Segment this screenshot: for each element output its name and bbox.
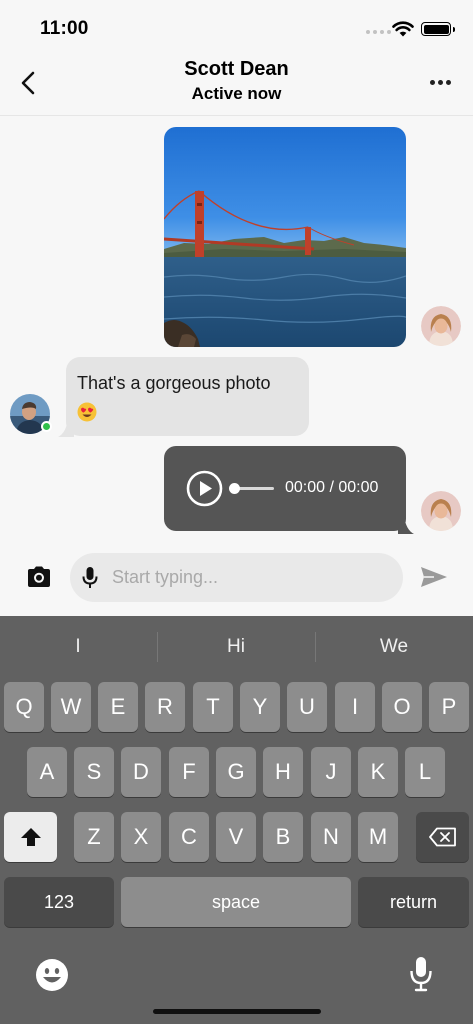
more-horizontal-icon[interactable] <box>430 76 456 88</box>
key[interactable]: B <box>263 812 303 862</box>
camera-icon[interactable] <box>26 565 52 589</box>
keyboard: I Hi We Q W E R T Y U I O P A S D F G H … <box>0 616 473 1024</box>
wifi-icon <box>392 21 414 37</box>
key[interactable]: P <box>429 682 469 732</box>
chat-header: Scott Dean Active now <box>0 52 473 116</box>
emoji-icon[interactable] <box>35 958 69 992</box>
key[interactable]: H <box>263 747 303 797</box>
message-text: That's a gorgeous photo <box>77 373 271 393</box>
key[interactable]: D <box>121 747 161 797</box>
key[interactable]: T <box>193 682 233 732</box>
key[interactable]: V <box>216 812 256 862</box>
key[interactable]: Y <box>240 682 280 732</box>
key[interactable]: L <box>405 747 445 797</box>
message-input[interactable] <box>112 553 392 602</box>
play-icon[interactable] <box>186 470 223 507</box>
key[interactable]: O <box>382 682 422 732</box>
key[interactable]: U <box>287 682 327 732</box>
avatar[interactable] <box>421 491 461 531</box>
key[interactable]: F <box>169 747 209 797</box>
avatar[interactable] <box>421 306 461 346</box>
dictation-mic-icon[interactable] <box>409 956 433 992</box>
message-input-container[interactable] <box>70 553 403 602</box>
microphone-icon[interactable] <box>82 566 98 590</box>
message-list: That's a gorgeous photo 00:00 / 00:00 <box>0 117 473 548</box>
message-composer <box>0 548 473 616</box>
golden-gate-bridge-photo <box>164 127 406 347</box>
key[interactable]: W <box>51 682 91 732</box>
space-key[interactable]: space <box>121 877 351 927</box>
signal-icon <box>366 30 391 34</box>
key[interactable]: Z <box>74 812 114 862</box>
contact-status: Active now <box>191 84 282 103</box>
incoming-message[interactable]: That's a gorgeous photo <box>66 357 309 436</box>
key[interactable]: R <box>145 682 185 732</box>
suggestion[interactable]: We <box>316 636 472 658</box>
shift-icon <box>20 828 41 846</box>
audio-time: 00:00 / 00:00 <box>285 479 379 496</box>
photo-message[interactable] <box>164 127 406 347</box>
key[interactable]: I <box>335 682 375 732</box>
contact-name: Scott Dean <box>184 58 289 80</box>
return-key[interactable]: return <box>358 877 469 927</box>
backspace-key[interactable] <box>416 812 469 862</box>
send-icon[interactable] <box>420 566 448 588</box>
key[interactable]: G <box>216 747 256 797</box>
key[interactable]: Q <box>4 682 44 732</box>
battery-icon <box>421 22 455 36</box>
home-indicator[interactable] <box>153 1009 321 1014</box>
key[interactable]: X <box>121 812 161 862</box>
audio-message: 00:00 / 00:00 <box>164 446 406 531</box>
suggestion[interactable]: Hi <box>158 636 314 658</box>
audio-scrubber[interactable] <box>229 483 240 494</box>
key[interactable]: J <box>311 747 351 797</box>
backspace-icon <box>428 827 456 847</box>
bubble-tail <box>398 516 414 534</box>
key[interactable]: C <box>169 812 209 862</box>
key[interactable]: M <box>358 812 398 862</box>
key[interactable]: N <box>311 812 351 862</box>
key[interactable]: S <box>74 747 114 797</box>
key[interactable]: K <box>358 747 398 797</box>
key[interactable]: A <box>27 747 67 797</box>
suggestion[interactable]: I <box>0 636 156 658</box>
numbers-key[interactable]: 123 <box>4 877 114 927</box>
online-indicator <box>41 421 52 432</box>
status-bar: 11:00 <box>0 0 473 52</box>
avatar[interactable] <box>10 394 52 434</box>
key[interactable]: E <box>98 682 138 732</box>
status-time: 11:00 <box>40 18 89 39</box>
heart-eyes-emoji-icon <box>77 402 97 422</box>
shift-key[interactable] <box>4 812 57 862</box>
predictive-bar: I Hi We <box>0 616 473 676</box>
